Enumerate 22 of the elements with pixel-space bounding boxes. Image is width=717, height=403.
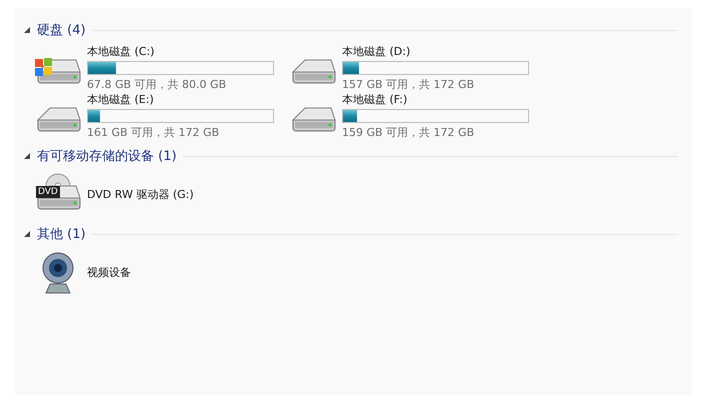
device-name: DVD RW 驱动器 (G:) (87, 186, 194, 202)
group-title: 硬盘 (4) (37, 22, 86, 39)
device-name: 本地磁盘 (D:) (342, 44, 412, 59)
device-item[interactable]: 视频设备 (32, 250, 287, 294)
device-name: 本地磁盘 (F:) (342, 92, 408, 107)
group-title: 其他 (1) (37, 226, 86, 243)
space-label: 161 GB 可用，共 172 GB (87, 125, 220, 140)
device-item[interactable]: 本地磁盘 (E:) 161 GB 可用，共 172 GB (32, 94, 287, 138)
group-title: 有可移动存储的设备 (1) (37, 148, 177, 165)
space-label: 67.8 GB 可用，共 80.0 GB (87, 77, 228, 92)
device-item[interactable]: DVD DVD RW 驱动器 (G:) (32, 172, 287, 216)
device-name: 本地磁盘 (E:) (87, 92, 155, 107)
collapse-icon[interactable] (22, 25, 32, 35)
space-label: 159 GB 可用，共 172 GB (342, 125, 476, 140)
device-item[interactable]: 本地磁盘 (D:) 157 GB 可用，共 172 GB (287, 46, 542, 90)
device-item[interactable]: 本地磁盘 (F:) 159 GB 可用，共 172 GB (287, 94, 542, 138)
space-label: 157 GB 可用，共 172 GB (342, 77, 476, 92)
device-name: 本地磁盘 (C:) (87, 44, 156, 59)
collapse-icon[interactable] (22, 229, 32, 239)
collapse-icon[interactable] (22, 151, 32, 161)
device-name: 视频设备 (87, 264, 131, 280)
device-item[interactable]: 本地磁盘 (C:) 67.8 GB 可用，共 80.0 GB (32, 46, 287, 90)
